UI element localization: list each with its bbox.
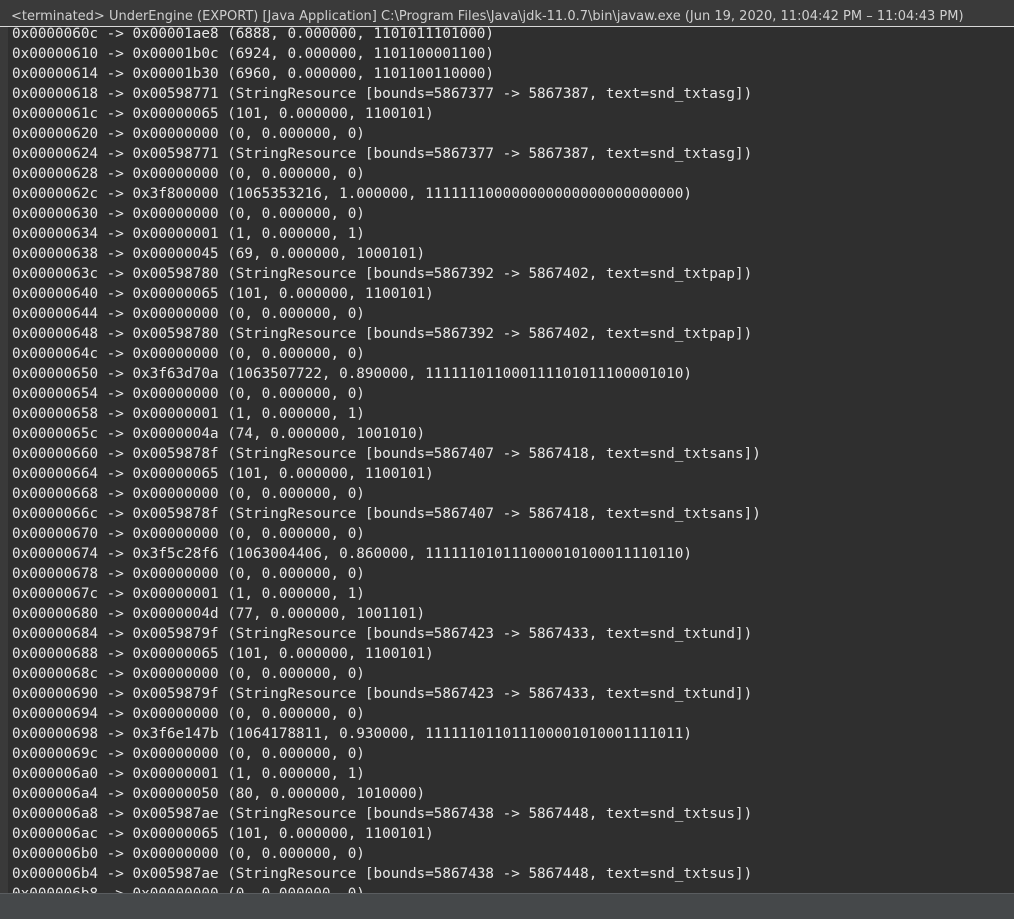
- console-line: 0x00000678 -> 0x00000000 (0, 0.000000, 0…: [12, 566, 365, 582]
- console-line: 0x00000614 -> 0x00001b30 (6960, 0.000000…: [12, 66, 495, 82]
- console-line: 0x000006a4 -> 0x00000050 (80, 0.000000, …: [12, 786, 426, 802]
- console-line: 0x00000644 -> 0x00000000 (0, 0.000000, 0…: [12, 306, 365, 322]
- console-line: 0x00000668 -> 0x00000000 (0, 0.000000, 0…: [12, 486, 365, 502]
- console-line: 0x00000690 -> 0x0059879f (StringResource…: [12, 686, 753, 702]
- console-lines: 0x0000060c -> 0x00001ae8 (6888, 0.000000…: [12, 27, 761, 893]
- console-line: 0x000006b4 -> 0x005987ae (StringResource…: [12, 866, 753, 882]
- console-line: 0x00000628 -> 0x00000000 (0, 0.000000, 0…: [12, 166, 365, 182]
- status-bar: [0, 893, 1014, 919]
- console-line: 0x00000680 -> 0x0000004d (77, 0.000000, …: [12, 606, 426, 622]
- console-line: 0x0000068c -> 0x00000000 (0, 0.000000, 0…: [12, 666, 365, 682]
- console-line: 0x00000654 -> 0x00000000 (0, 0.000000, 0…: [12, 386, 365, 402]
- console-line: 0x0000063c -> 0x00598780 (StringResource…: [12, 266, 753, 282]
- console-line: 0x00000620 -> 0x00000000 (0, 0.000000, 0…: [12, 126, 365, 142]
- console-line: 0x0000061c -> 0x00000065 (101, 0.000000,…: [12, 106, 434, 122]
- console-window: <terminated> UnderEngine (EXPORT) [Java …: [0, 0, 1014, 919]
- console-line: 0x000006b0 -> 0x00000000 (0, 0.000000, 0…: [12, 846, 365, 862]
- console-line: 0x00000674 -> 0x3f5c28f6 (1063004406, 0.…: [12, 546, 692, 562]
- console-line: 0x00000694 -> 0x00000000 (0, 0.000000, 0…: [12, 706, 365, 722]
- console-line: 0x00000658 -> 0x00000001 (1, 0.000000, 1…: [12, 406, 365, 422]
- console-line: 0x0000065c -> 0x0000004a (74, 0.000000, …: [12, 426, 426, 442]
- console-line: 0x00000618 -> 0x00598771 (StringResource…: [12, 86, 753, 102]
- console-line: 0x0000066c -> 0x0059878f (StringResource…: [12, 506, 761, 522]
- console-line: 0x00000698 -> 0x3f6e147b (1064178811, 0.…: [12, 726, 692, 742]
- console-line: 0x00000670 -> 0x00000000 (0, 0.000000, 0…: [12, 526, 365, 542]
- console-line: 0x000006a0 -> 0x00000001 (1, 0.000000, 1…: [12, 766, 365, 782]
- console-gutter: [0, 27, 8, 893]
- console-title-bar: <terminated> UnderEngine (EXPORT) [Java …: [0, 0, 1014, 27]
- console-line: 0x0000060c -> 0x00001ae8 (6888, 0.000000…: [12, 27, 495, 42]
- console-line: 0x000006a8 -> 0x005987ae (StringResource…: [12, 806, 753, 822]
- console-line: 0x00000640 -> 0x00000065 (101, 0.000000,…: [12, 286, 434, 302]
- console-line: 0x00000610 -> 0x00001b0c (6924, 0.000000…: [12, 46, 495, 62]
- console-line: 0x00000630 -> 0x00000000 (0, 0.000000, 0…: [12, 206, 365, 222]
- console-line: 0x00000648 -> 0x00598780 (StringResource…: [12, 326, 753, 342]
- console-line: 0x0000062c -> 0x3f800000 (1065353216, 1.…: [12, 186, 692, 202]
- console-line: 0x00000634 -> 0x00000001 (1, 0.000000, 1…: [12, 226, 365, 242]
- console-output[interactable]: 0x0000060c -> 0x00001ae8 (6888, 0.000000…: [8, 27, 1014, 893]
- console-line: 0x0000069c -> 0x00000000 (0, 0.000000, 0…: [12, 746, 365, 762]
- console-line: 0x0000067c -> 0x00000001 (1, 0.000000, 1…: [12, 586, 365, 602]
- console-line: 0x00000664 -> 0x00000065 (101, 0.000000,…: [12, 466, 434, 482]
- console-line: 0x00000650 -> 0x3f63d70a (1063507722, 0.…: [12, 366, 692, 382]
- console-line: 0x00000638 -> 0x00000045 (69, 0.000000, …: [12, 246, 426, 262]
- console-line: 0x00000624 -> 0x00598771 (StringResource…: [12, 146, 753, 162]
- console-line: 0x00000660 -> 0x0059878f (StringResource…: [12, 446, 761, 462]
- console-line: 0x000006b8 -> 0x00000000 (0, 0.000000, 0…: [12, 884, 761, 893]
- console-line: 0x00000688 -> 0x00000065 (101, 0.000000,…: [12, 646, 434, 662]
- console-title: <terminated> UnderEngine (EXPORT) [Java …: [11, 9, 964, 24]
- console-line: 0x000006ac -> 0x00000065 (101, 0.000000,…: [12, 826, 434, 842]
- console-line: 0x00000684 -> 0x0059879f (StringResource…: [12, 626, 753, 642]
- status-bar-divider: [0, 893, 1014, 894]
- console-line: 0x0000064c -> 0x00000000 (0, 0.000000, 0…: [12, 346, 365, 362]
